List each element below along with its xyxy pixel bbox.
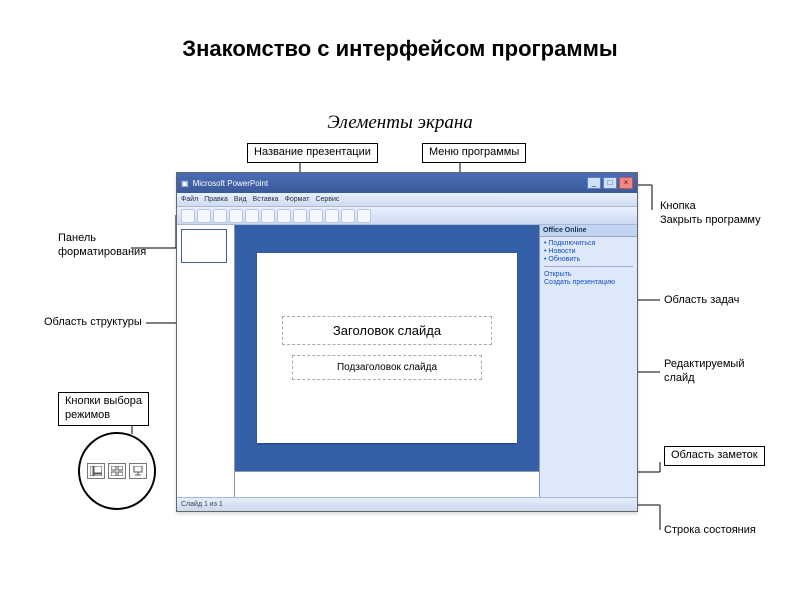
formatting-toolbar [177,207,637,225]
label-outline-area: Область структуры [44,316,142,330]
slide-subtitle-placeholder[interactable]: Подзаголовок слайда [292,355,482,380]
toolbar-button[interactable] [325,209,339,223]
toolbar-button[interactable] [309,209,323,223]
view-show-button[interactable] [129,463,147,479]
app-window: ▣ Microsoft PowerPoint _ □ × Файл Правка… [176,172,638,512]
toolbar-button[interactable] [293,209,307,223]
minimize-button[interactable]: _ [587,177,601,189]
title-bar: ▣ Microsoft PowerPoint _ □ × [177,173,637,193]
menu-item[interactable]: Правка [204,196,228,203]
toolbar-button[interactable] [341,209,355,223]
toolbar-button[interactable] [229,209,243,223]
slide-title-placeholder[interactable]: Заголовок слайда [282,316,492,345]
taskpane-link[interactable]: • Подключиться [544,240,633,247]
menu-item[interactable]: Сервис [315,196,339,203]
editable-slide[interactable]: Заголовок слайда Подзаголовок слайда [257,253,517,443]
menu-bar[interactable]: Файл Правка Вид Вставка Формат Сервис [177,193,637,207]
notes-pane[interactable] [235,471,539,497]
label-program-menu: Меню программы [422,143,526,163]
slide-stage: Заголовок слайда Подзаголовок слайда [235,225,539,471]
toolbar-button[interactable] [357,209,371,223]
menu-item[interactable]: Формат [285,196,310,203]
subtitle: Элементы экрана [0,112,800,134]
toolbar-button[interactable] [277,209,291,223]
label-presentation-title: Название презентации [247,143,378,163]
label-format-panel: Панель форматирования [58,232,146,260]
label-close-button: Кнопка Закрыть программу [660,200,761,228]
toolbar-button[interactable] [245,209,259,223]
taskpane-link[interactable]: Открыть [544,271,633,278]
editor-area: Заголовок слайда Подзаголовок слайда [235,225,539,497]
label-notes-area: Область заметок [664,446,765,466]
page-title: Знакомство с интерфейсом программы [0,36,800,62]
toolbar-button[interactable] [197,209,211,223]
status-text: Слайд 1 из 1 [181,501,223,508]
toolbar-button[interactable] [261,209,275,223]
label-editable-slide: Редактируемый слайд [664,358,745,386]
maximize-button[interactable]: □ [603,177,617,189]
view-buttons-magnifier [78,432,156,510]
workspace: Заголовок слайда Подзаголовок слайда Off… [177,225,637,497]
toolbar-button[interactable] [181,209,195,223]
window-title-text: Microsoft PowerPoint [193,179,269,188]
menu-item[interactable]: Вид [234,196,247,203]
label-status-bar: Строка состояния [664,524,756,538]
taskpane-link[interactable]: • Новости [544,248,633,255]
toolbar-button[interactable] [213,209,227,223]
app-icon: ▣ [181,179,189,188]
close-button[interactable]: × [619,177,633,189]
menu-item[interactable]: Файл [181,196,198,203]
menu-item[interactable]: Вставка [253,196,279,203]
taskpane-link[interactable]: • Обновить [544,256,633,263]
slide-thumbnail[interactable] [181,229,227,263]
status-bar: Слайд 1 из 1 [177,497,637,511]
taskpane-link[interactable]: Создать презентацию [544,279,633,286]
view-sorter-button[interactable] [108,463,126,479]
outline-pane[interactable] [177,225,235,497]
label-view-buttons: Кнопки выбора режимов [58,392,149,426]
label-taskpane: Область задач [664,294,739,308]
view-normal-button[interactable] [87,463,105,479]
taskpane-header: Office Online [540,225,637,237]
task-pane[interactable]: Office Online • Подключиться • Новости •… [539,225,637,497]
